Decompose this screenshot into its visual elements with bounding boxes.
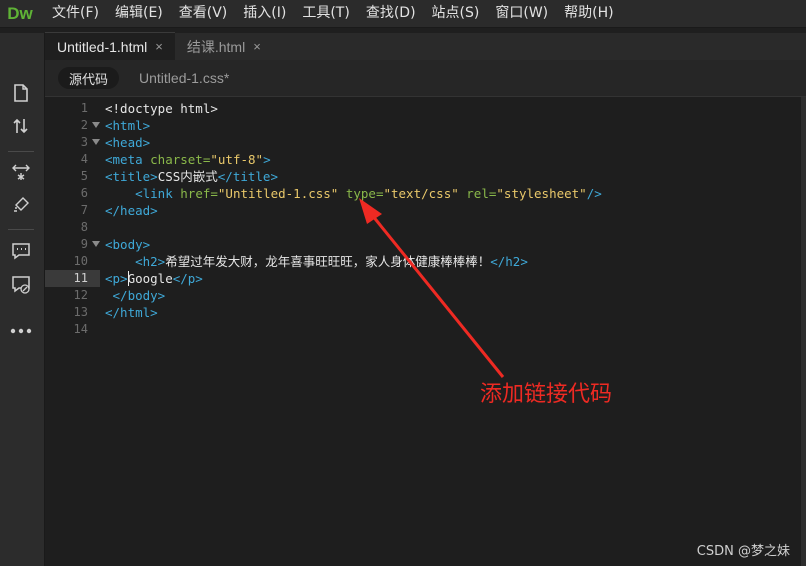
arrow-head <box>359 198 382 224</box>
arrow-shaft <box>366 209 505 378</box>
annotation-label: 添加链接代码 <box>480 382 613 407</box>
watermark: CSDN @梦之妹 <box>696 544 790 559</box>
annotation-arrow <box>359 198 505 378</box>
